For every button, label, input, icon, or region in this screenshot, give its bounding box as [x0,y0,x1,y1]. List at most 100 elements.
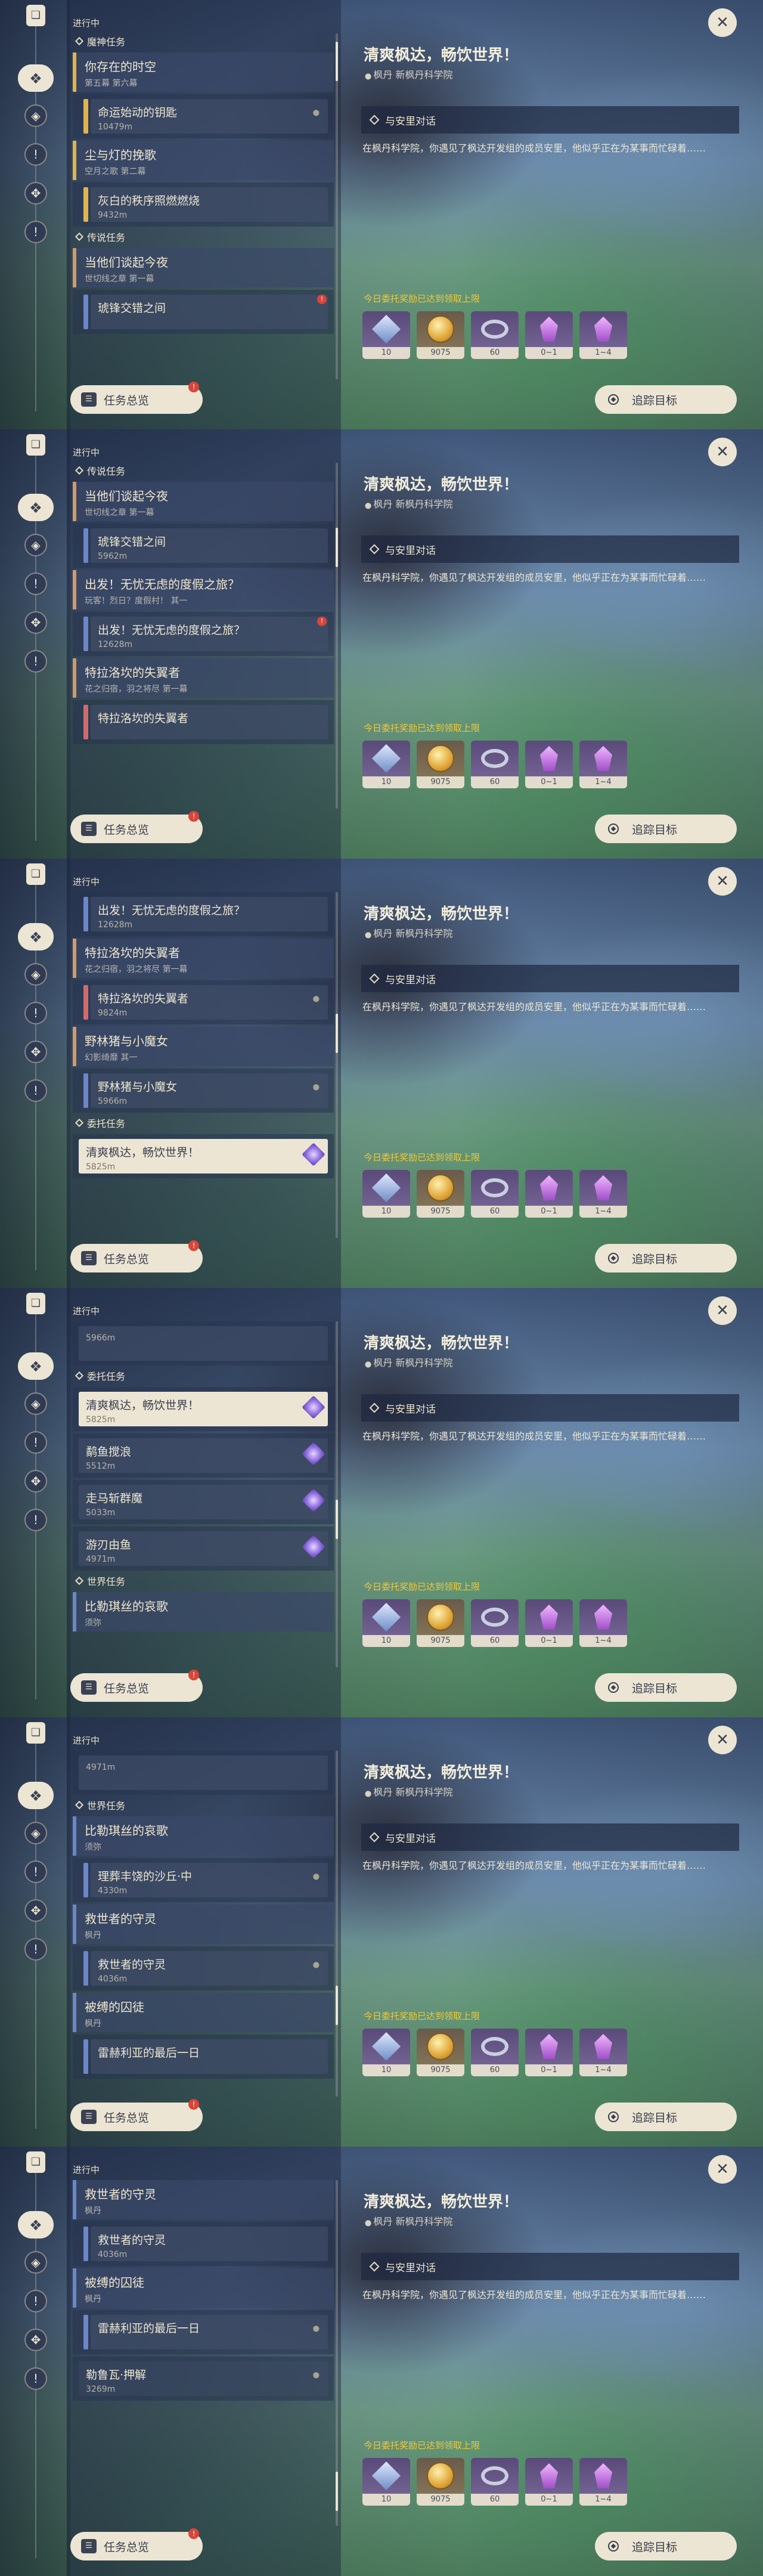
track-target-button[interactable]: 追踪目标 [595,1673,737,1702]
quest-group-header[interactable]: 尘与灯的挽歌 空月之歌 第二幕 [73,141,334,180]
archon-quest-icon[interactable]: ◈ [24,104,47,127]
commission-icon[interactable]: ✥ [24,2329,47,2351]
quest-item-body[interactable]: 游刃由鱼 4971m [79,1531,328,1566]
world-quest-icon[interactable]: ! [24,2367,47,2390]
quest-book-icon[interactable]: ❏ [26,2151,45,2173]
story-quest-icon[interactable]: ! [24,2290,47,2312]
quest-item-body[interactable]: 走马斩群魔 5033m [79,1485,328,1519]
quest-group-header[interactable]: 特拉洛坎的失翼者 花之归宿，羽之将尽 第一幕 [73,658,334,698]
reward-item[interactable]: 0~1 [525,1599,573,1647]
quest-group-header[interactable]: 野林猪与小魔女 幻影绮靡 其一 [73,1027,334,1066]
quest-overview-button[interactable]: ☰ 任务总览! [70,382,203,414]
reward-item[interactable]: 10 [362,311,410,359]
track-target-button[interactable]: 追踪目标 [595,2532,737,2560]
quest-overview-button[interactable]: ☰ 任务总览! [70,2099,203,2131]
quest-item[interactable]: 特拉洛坎的失翼者 9824m ⬤ [73,980,334,1024]
quest-item[interactable]: 琥锋交错之间 5962m [73,524,334,568]
reward-item[interactable]: 9075 [417,1599,464,1647]
quest-item[interactable]: 救世者的守灵 4036m [73,2222,334,2266]
quest-item[interactable]: 雷赫利亚的最后一日 [73,2035,334,2079]
archon-quest-icon[interactable]: ◈ [24,2251,47,2274]
story-quest-icon[interactable]: ! [24,143,47,166]
quest-item[interactable]: 走马斩群魔 5033m [73,1480,334,1524]
archon-quest-icon[interactable]: ◈ [24,1392,47,1415]
quest-item-body[interactable]: 清爽枫达，畅饮世界！ 5825m [79,1139,328,1174]
track-target-button[interactable]: 追踪目标 [595,1244,737,1272]
archon-quest-icon[interactable]: ◈ [24,534,47,556]
reward-item[interactable]: 60 [471,311,519,359]
world-quest-icon[interactable]: ! [24,1938,47,1961]
reward-item[interactable]: 10 [362,741,410,788]
quest-group-header[interactable]: 救世者的守灵 枫丹 [73,2180,334,2219]
quest-item[interactable]: 4971m [73,1751,334,1795]
reward-item[interactable]: 1~4 [579,2458,627,2506]
quest-item-selected[interactable]: 清爽枫达，畅饮世界！ 5825m [73,1134,334,1178]
quest-category-icon[interactable]: ❖ [18,494,54,521]
quest-item[interactable]: 5966m [73,1321,334,1366]
world-quest-icon[interactable]: ! [24,650,47,673]
story-quest-icon[interactable]: ! [24,1860,47,1883]
world-quest-icon[interactable]: ! [24,1509,47,1531]
scrollbar-thumb[interactable] [336,42,338,81]
close-icon[interactable]: ✕ [708,867,737,896]
quest-item[interactable]: 游刃由鱼 4971m [73,1527,334,1571]
quest-item-body[interactable]: 琥锋交错之间! [91,295,328,329]
quest-list-scrollbar[interactable] [336,892,338,1238]
quest-group-header[interactable]: 比勒琪丝的哀歌 须弥 [73,1816,334,1856]
close-icon[interactable]: ✕ [708,1296,737,1325]
quest-item-body[interactable]: 特拉洛坎的失翼者 [91,705,328,739]
quest-item-selected[interactable]: 清爽枫达，畅饮世界！ 5825m [73,1387,334,1431]
quest-overview-button[interactable]: ☰ 任务总览! [70,2528,203,2560]
reward-item[interactable]: 10 [362,2029,410,2076]
reward-item[interactable]: 9075 [417,2458,464,2506]
quest-category-icon[interactable]: ❖ [18,64,54,92]
quest-item-body[interactable]: 雷赫利亚的最后一日 [91,2039,328,2074]
reward-item[interactable]: 0~1 [525,741,573,788]
quest-item-body[interactable]: 命运始动的钥匙 10479m ⬤ [91,99,328,134]
quest-book-icon[interactable]: ❏ [26,1722,45,1744]
scrollbar-thumb[interactable] [336,1986,338,2025]
quest-item-body[interactable]: 救世者的守灵 4036m ⬤ [91,1951,328,1986]
world-quest-icon[interactable]: ! [24,221,47,243]
quest-item[interactable]: 野林猪与小魔女 5966m ⬤ [73,1069,334,1113]
quest-item-body[interactable]: 出发！无忧无虑的度假之旅？ 12628m! [91,617,328,651]
track-target-button[interactable]: 追踪目标 [595,815,737,843]
quest-list-scrollbar[interactable] [336,1321,338,1667]
quest-group-header[interactable]: 你存在的时空 第五幕 第六幕 [73,52,334,92]
quest-book-icon[interactable]: ❏ [26,434,45,456]
reward-item[interactable]: 60 [471,1170,519,1218]
commission-icon[interactable]: ✥ [24,1899,47,1922]
quest-item[interactable]: 救世者的守灵 4036m ⬤ [73,1946,334,1990]
quest-group-header[interactable]: 出发！无忧无虑的度假之旅？ 玩客！烈日？度假村！ 其一 [73,570,334,609]
reward-item[interactable]: 60 [471,1599,519,1647]
quest-book-icon[interactable]: ❏ [26,5,45,26]
reward-item[interactable]: 0~1 [525,2458,573,2506]
reward-item[interactable]: 0~1 [525,311,573,359]
quest-item[interactable]: 出发！无忧无虑的度假之旅？ 12628m! [73,612,334,656]
quest-item-body[interactable]: 救世者的守灵 4036m [91,2227,328,2261]
quest-item[interactable]: 理葬丰饶的沙丘·中 4330m ⬤ [73,1858,334,1902]
story-quest-icon[interactable]: ! [24,572,47,595]
reward-item[interactable]: 10 [362,1170,410,1218]
quest-group-header[interactable]: 当他们谈起今夜 世切线之章 第一幕 [73,482,334,521]
quest-item-body[interactable]: 野林猪与小魔女 5966m ⬤ [91,1073,328,1108]
reward-item[interactable]: 9075 [417,311,464,359]
quest-group-header[interactable]: 被缚的囚徒 枫丹 [73,2268,334,2308]
archon-quest-icon[interactable]: ◈ [24,963,47,986]
quest-overview-button[interactable]: ☰ 任务总览! [70,1670,203,1702]
reward-item[interactable]: 10 [362,2458,410,2506]
quest-group-header[interactable]: 当他们谈起今夜 世切线之章 第一幕 [73,248,334,287]
quest-item[interactable]: 特拉洛坎的失翼者 [73,700,334,744]
reward-item[interactable]: 0~1 [525,2029,573,2076]
reward-item[interactable]: 9075 [417,2029,464,2076]
commission-icon[interactable]: ✥ [24,1041,47,1063]
quest-item[interactable]: 雷赫利亚的最后一日 ⬤ [73,2310,334,2354]
close-icon[interactable]: ✕ [708,1726,737,1754]
reward-item[interactable]: 60 [471,2458,519,2506]
reward-item[interactable]: 0~1 [525,1170,573,1218]
reward-item[interactable]: 60 [471,741,519,788]
quest-item[interactable]: 灰白的秩序照燃燃烧 9432m [73,182,334,227]
reward-item[interactable]: 1~4 [579,1599,627,1647]
quest-item-body[interactable]: 灰白的秩序照燃燃烧 9432m [91,187,328,222]
story-quest-icon[interactable]: ! [24,1431,47,1454]
